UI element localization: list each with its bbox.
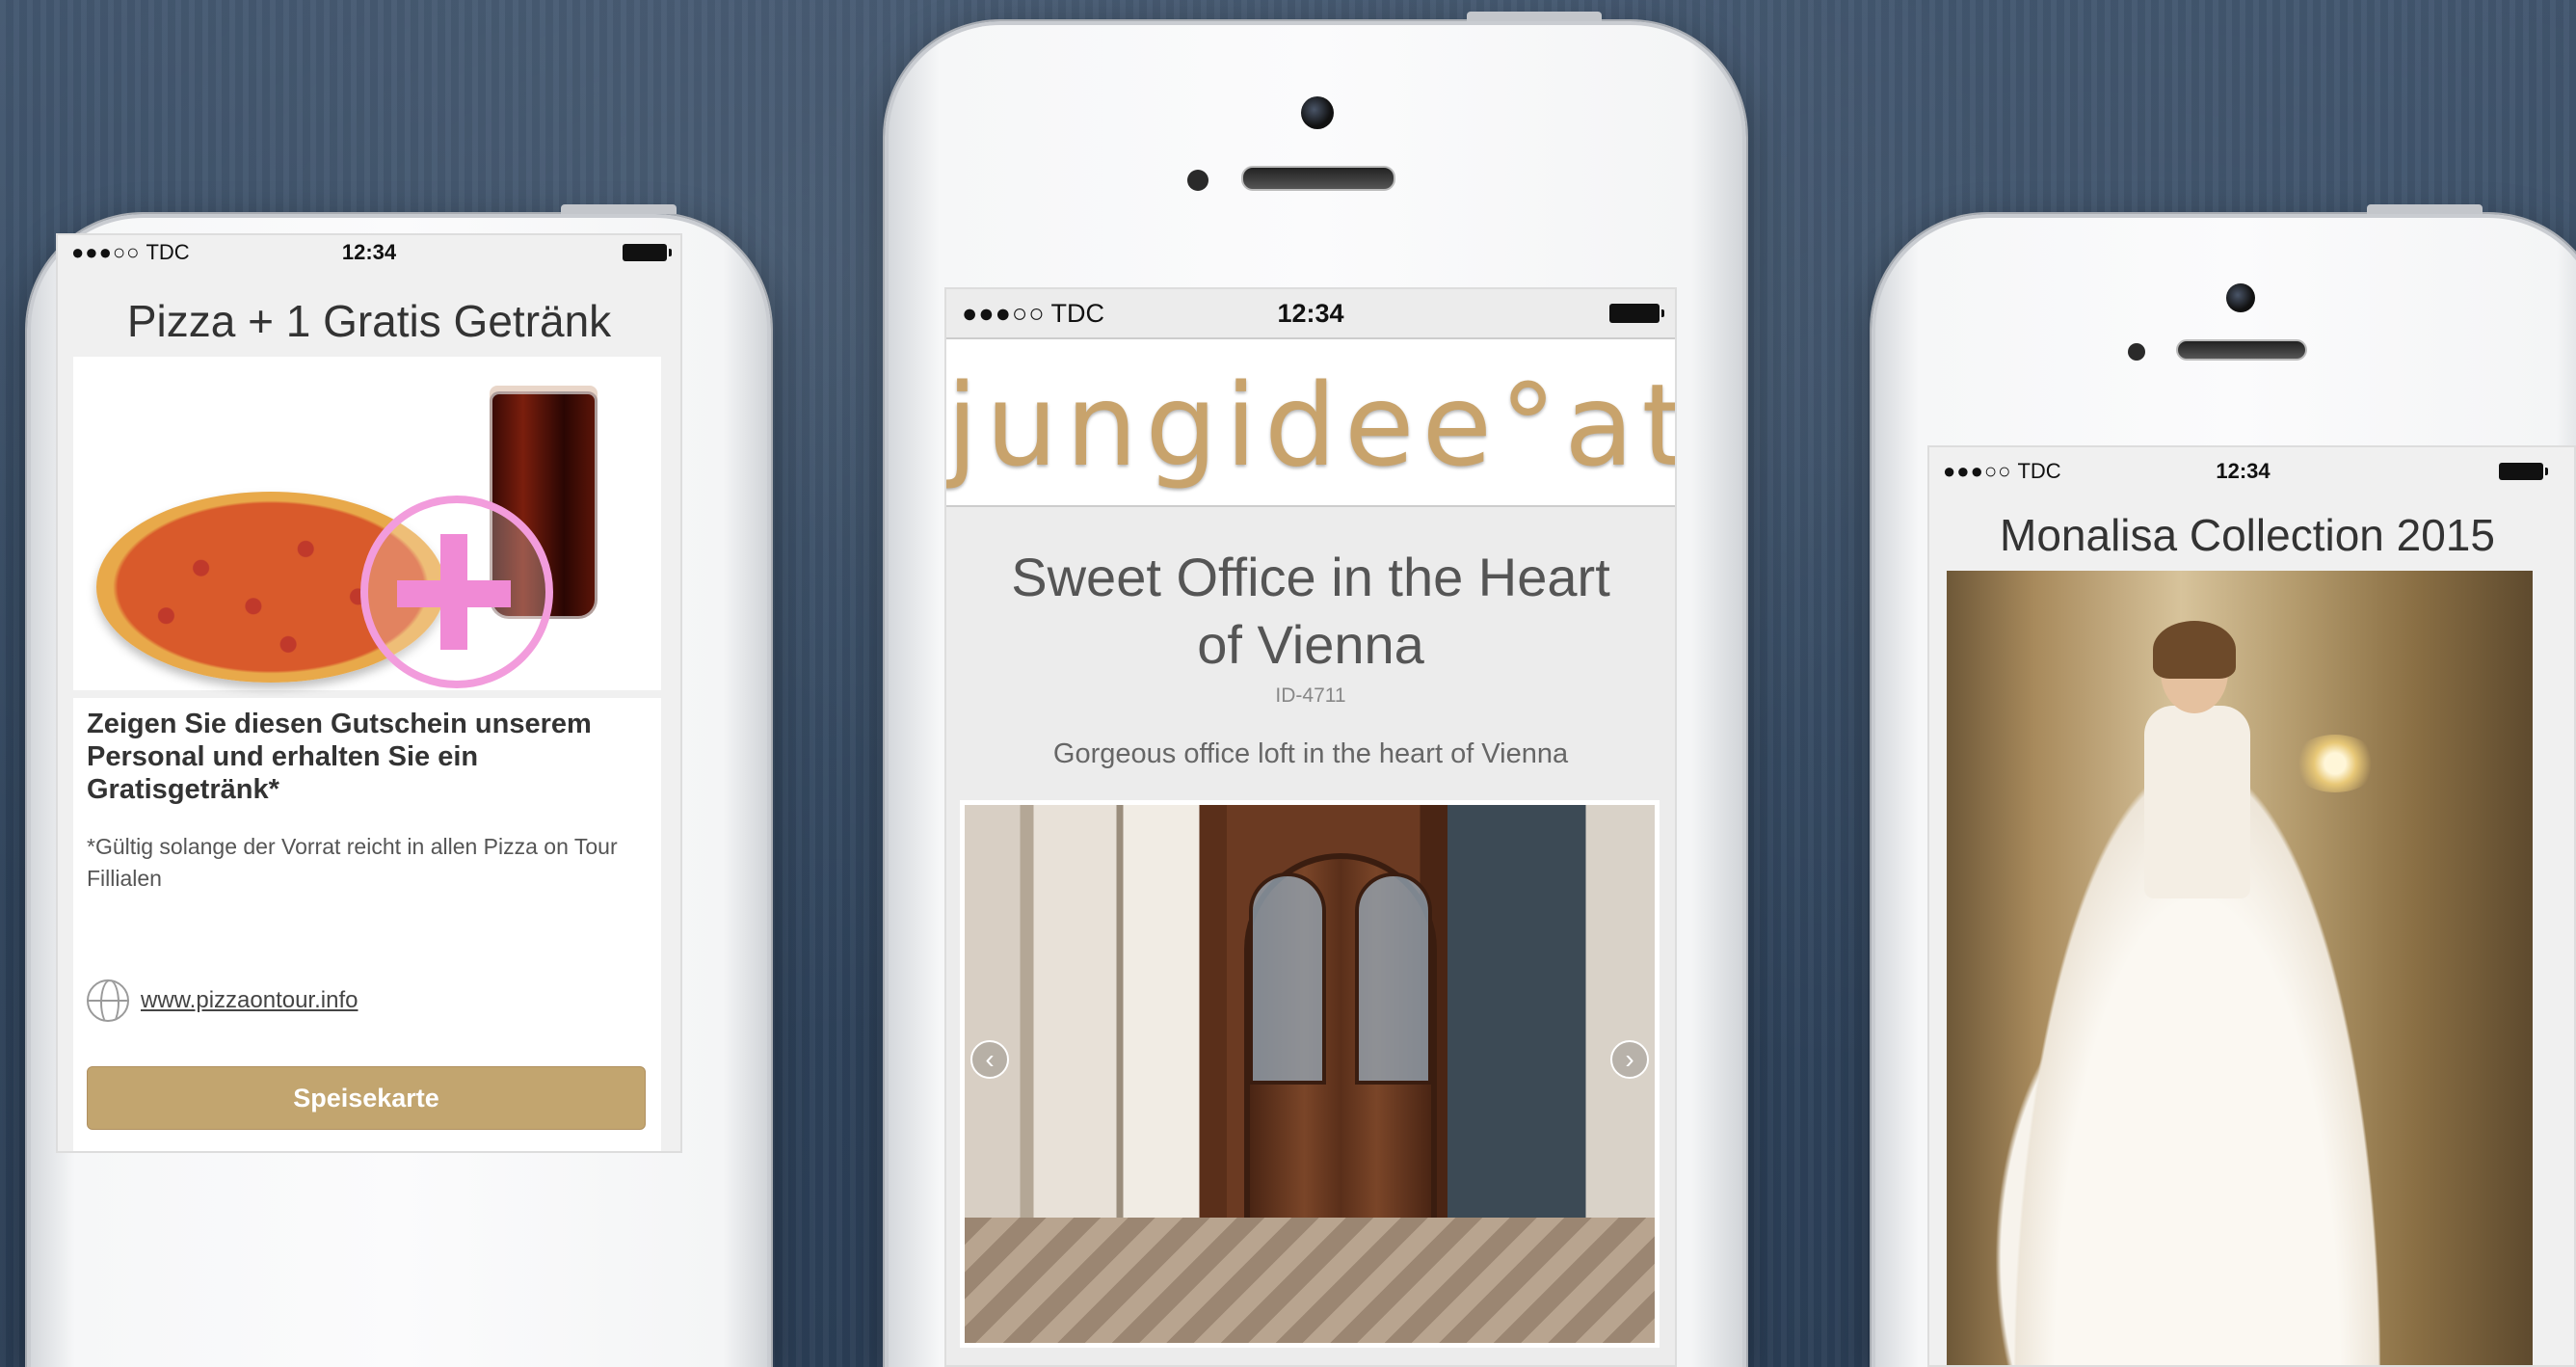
earpiece-speaker — [1241, 166, 1395, 191]
signal-icon: ●●●○○ — [962, 298, 1046, 328]
status-bar: ●●●○○ TDC 12:34 — [946, 289, 1675, 337]
collection-title: Monalisa Collection 2015 — [2000, 510, 2495, 560]
status-time: 12:34 — [1277, 298, 1344, 328]
collection-photo[interactable] — [1947, 571, 2533, 1365]
front-camera — [2226, 283, 2255, 312]
proximity-sensor — [1187, 170, 1208, 191]
earpiece-speaker — [2176, 339, 2307, 361]
gallery-prev-icon[interactable]: ‹ — [970, 1040, 1009, 1079]
menu-button[interactable]: Speisekarte — [87, 1066, 646, 1130]
proximity-sensor — [2128, 343, 2145, 361]
website-link[interactable]: www.pizzaontour.info — [141, 987, 358, 1014]
offer-image — [73, 357, 661, 690]
power-button — [561, 204, 677, 214]
signal-icon: ●●●○○ — [1943, 459, 2012, 483]
gallery-photo-window — [1355, 872, 1432, 1085]
screen-center: ●●●○○ TDC 12:34 jungidee°at Sweet Office… — [944, 287, 1677, 1367]
battery-icon — [2499, 463, 2548, 480]
front-camera — [1301, 96, 1334, 129]
globe-icon — [87, 979, 129, 1022]
screen-right: ●●●○○ TDC 12:34 Monalisa Collection 2015 — [1927, 445, 2576, 1367]
carrier-info: ●●●○○ TDC — [71, 240, 190, 265]
gallery-photo-window — [1249, 872, 1326, 1085]
offer-title: Pizza + 1 Gratis Getränk — [126, 296, 612, 346]
gallery-next-icon[interactable]: › — [1610, 1040, 1649, 1079]
status-time: 12:34 — [341, 240, 397, 264]
battery-icon — [623, 244, 672, 261]
offer-headline: Zeigen Sie diesen Gutschein unserem Pers… — [87, 709, 592, 805]
power-button — [1467, 12, 1602, 21]
gallery-photo-floor — [965, 1218, 1655, 1343]
model-hair — [2153, 621, 2236, 679]
listing-title: Sweet Office in the Heart of Vienna — [1011, 547, 1610, 675]
plus-icon-horizontal — [397, 580, 511, 607]
website-row[interactable]: www.pizzaontour.info — [87, 979, 358, 1022]
signal-icon: ●●●○○ — [71, 240, 141, 264]
power-button — [2367, 204, 2483, 214]
carrier-name: TDC — [146, 240, 190, 264]
image-gallery[interactable]: ‹ › — [960, 800, 1660, 1348]
offer-note: *Gültig solange der Vorrat reicht in all… — [87, 834, 618, 891]
status-bar: ●●●○○ TDC 12:34 — [1929, 447, 2557, 496]
brand-header: jungidee°at — [946, 337, 1675, 507]
carrier-info: ●●●○○ TDC — [1943, 459, 2061, 484]
status-bar: ●●●○○ TDC 12:34 — [58, 235, 680, 270]
listing-id: ID-4711 — [1275, 684, 1346, 707]
carrier-name: TDC — [2017, 459, 2061, 483]
carrier-info: ●●●○○ TDC — [962, 299, 1104, 329]
brand-logo[interactable]: jungidee°at — [946, 359, 1675, 492]
carrier-name: TDC — [1050, 298, 1105, 328]
offer-body: Zeigen Sie diesen Gutschein unserem Pers… — [73, 698, 661, 1151]
listing-description: Gorgeous office loft in the heart of Vie… — [1052, 738, 1569, 769]
battery-icon — [1609, 304, 1664, 323]
screen-left: ●●●○○ TDC 12:34 Pizza + 1 Gratis Getränk… — [56, 233, 682, 1153]
status-time: 12:34 — [2216, 459, 2271, 483]
dress-bodice — [2144, 706, 2250, 898]
